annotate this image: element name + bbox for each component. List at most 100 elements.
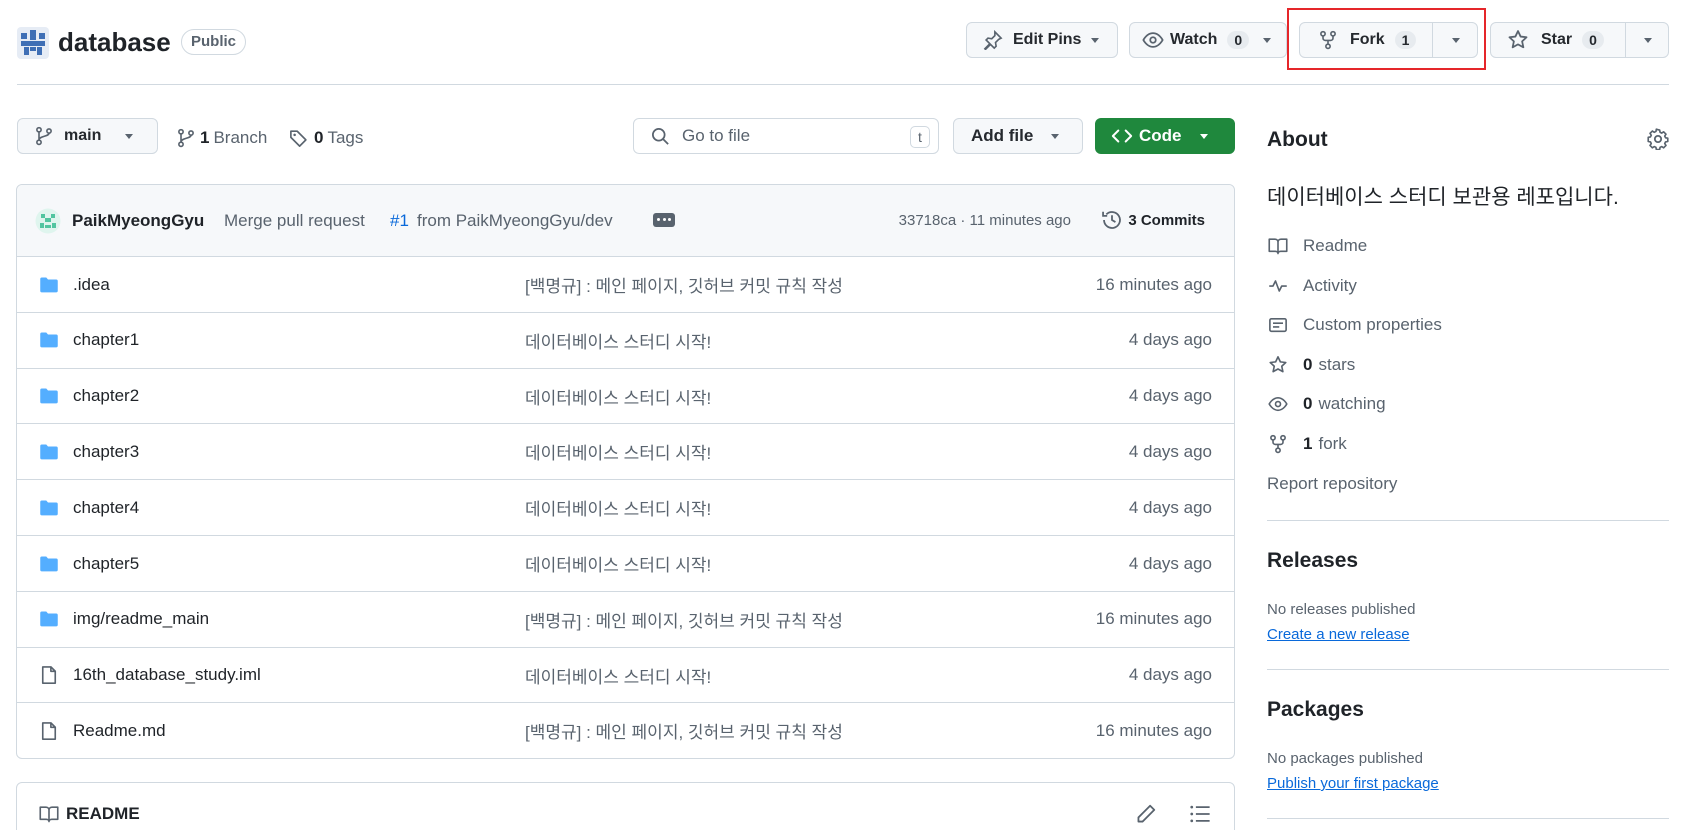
readme-link[interactable]: Readme [1267,236,1367,256]
edit-pins-button[interactable]: Edit Pins [966,22,1118,58]
file-row[interactable]: chapter2 데이터베이스 스터디 시작! 4 days ago [17,367,1234,424]
file-commit-message[interactable]: 데이터베이스 스터디 시작! [525,439,711,464]
file-commit-message[interactable]: 데이터베이스 스터디 시작! [525,384,711,409]
readme-label: README [66,804,140,823]
branch-name: main [64,127,102,144]
commit-message-prefix[interactable]: Merge pull request [224,211,365,231]
file-updated-time: 4 days ago [1128,497,1212,517]
commit-pr-link[interactable]: #1 [390,211,409,231]
packages-empty-text: No packages published [1267,750,1423,767]
go-to-file-search[interactable]: Go to file t [633,118,939,154]
file-name-link[interactable]: chapter5 [73,554,139,574]
fork-dropdown-icon[interactable] [1452,38,1460,43]
book-icon [1268,238,1288,255]
code-button[interactable]: Code [1095,118,1235,154]
about-settings-button[interactable] [1647,128,1669,150]
file-updated-time: 4 days ago [1128,553,1212,573]
stars-link[interactable]: 0 stars [1267,355,1355,375]
file-row[interactable]: 16th_database_study.iml 데이터베이스 스터디 시작! 4 d… [17,646,1234,703]
expand-commit-message-icon[interactable] [653,213,675,227]
commits-count: 3 Commits [1128,211,1205,229]
file-name-link[interactable]: img/readme_main [73,609,209,629]
folder-icon [38,609,60,629]
file-row[interactable]: chapter3 데이터베이스 스터디 시작! 4 days ago [17,423,1234,479]
repo-avatar [17,27,49,59]
git-branch-icon [178,128,194,148]
forks-link[interactable]: 1 fork [1267,434,1347,454]
commit-author[interactable]: PaikMyeongGyu [72,211,204,231]
note-icon [1269,317,1287,333]
folder-icon [38,498,60,518]
header-divider [17,84,1669,85]
star-icon [1508,30,1528,49]
file-name-link[interactable]: chapter3 [73,442,139,462]
list-unordered-icon [1190,805,1210,823]
watching-link[interactable]: 0 watching [1267,394,1386,414]
sidebar-divider [1267,520,1669,521]
file-name-link[interactable]: .idea [73,275,110,295]
visibility-badge: Public [181,29,247,55]
gear-icon [1647,128,1669,150]
add-file-button[interactable]: Add file [953,118,1083,154]
create-release-link[interactable]: Create a new release [1267,626,1410,643]
file-updated-time: 4 days ago [1128,330,1212,350]
chevron-down-icon [1051,133,1060,139]
publish-package-link[interactable]: Publish your first package [1267,775,1439,792]
file-commit-message[interactable]: 데이터베이스 스터디 시작! [525,663,711,688]
history-icon [1102,211,1122,229]
file-row[interactable]: chapter5 데이터베이스 스터디 시작! 4 days ago [17,535,1234,591]
file-name-link[interactable]: chapter2 [73,386,139,406]
file-name-link[interactable]: chapter4 [73,498,139,518]
file-commit-message[interactable]: [백명규] : 메인 페이지, 깃허브 커밋 규칙 작성 [525,718,843,743]
repo-forked-icon [1320,30,1336,50]
file-updated-time: 16 minutes ago [1095,609,1212,629]
fork-label: Fork [1350,31,1385,48]
star-button[interactable]: Star 0 [1490,22,1669,58]
file-commit-message[interactable]: [백명규] : 메인 페이지, 깃허브 커밋 규칙 작성 [525,607,843,632]
file-row[interactable]: img/readme_main [백명규] : 메인 페이지, 깃허브 커밋 규칙… [17,590,1234,647]
commit-message-suffix[interactable]: from PaikMyeongGyu/dev [417,211,613,231]
file-name-link[interactable]: Readme.md [73,721,166,741]
file-icon [38,721,60,741]
file-commit-message[interactable]: 데이터베이스 스터디 시작! [525,551,711,576]
sidebar-divider [1267,818,1669,819]
fork-button[interactable]: Fork 1 [1299,22,1478,58]
branches-link[interactable]: 1 Branch [176,128,267,148]
star-label: Star [1541,31,1573,48]
file-name-link[interactable]: chapter1 [73,330,139,350]
repo-name[interactable]: database [58,27,171,58]
custom-properties-link[interactable]: Custom properties [1267,315,1442,335]
branch-select-button[interactable]: main [17,118,158,154]
readme-tab[interactable]: README [38,804,140,824]
pulse-icon [1269,280,1287,292]
releases-title[interactable]: Releases [1267,549,1358,573]
file-row[interactable]: .idea [백명규] : 메인 페이지, 깃허브 커밋 규칙 작성 16 minu… [17,256,1234,312]
file-commit-message[interactable]: [백명규] : 메인 페이지, 깃허브 커밋 규칙 작성 [525,272,843,297]
commit-meta[interactable]: 33718ca · 11 minutes ago [899,212,1071,229]
folder-icon [38,275,60,295]
packages-title[interactable]: Packages [1267,698,1364,722]
tag-count-label: Tags [327,128,364,147]
folder-icon [38,330,60,350]
file-name-link[interactable]: 16th_database_study.iml [73,665,261,685]
releases-empty-text: No releases published [1267,601,1416,618]
file-row[interactable]: chapter1 데이터베이스 스터디 시작! 4 days ago [17,311,1234,368]
watch-button[interactable]: Watch 0 [1129,22,1287,58]
folder-icon [38,386,60,406]
branch-count-label: Branch [213,128,268,147]
chevron-down-icon [1263,37,1272,43]
about-title: About [1267,128,1328,151]
file-row[interactable]: Readme.md [백명규] : 메인 페이지, 깃허브 커밋 규칙 작성 16 … [17,702,1234,758]
report-repository-link[interactable]: Report repository [1267,474,1397,494]
file-commit-message[interactable]: 데이터베이스 스터디 시작! [525,495,711,520]
edit-readme-button[interactable] [1135,803,1157,825]
fork-count-label: fork [1318,434,1347,453]
activity-link[interactable]: Activity [1267,276,1357,296]
commits-link[interactable]: 3 Commits [1101,209,1205,231]
file-row[interactable]: chapter4 데이터베이스 스터디 시작! 4 days ago [17,479,1234,535]
star-dropdown-icon[interactable] [1644,38,1652,43]
file-commit-message[interactable]: 데이터베이스 스터디 시작! [525,328,711,353]
tags-link[interactable]: 0 Tags [289,128,363,148]
search-shortcut-hint: t [910,126,930,148]
outline-button[interactable] [1189,803,1211,825]
